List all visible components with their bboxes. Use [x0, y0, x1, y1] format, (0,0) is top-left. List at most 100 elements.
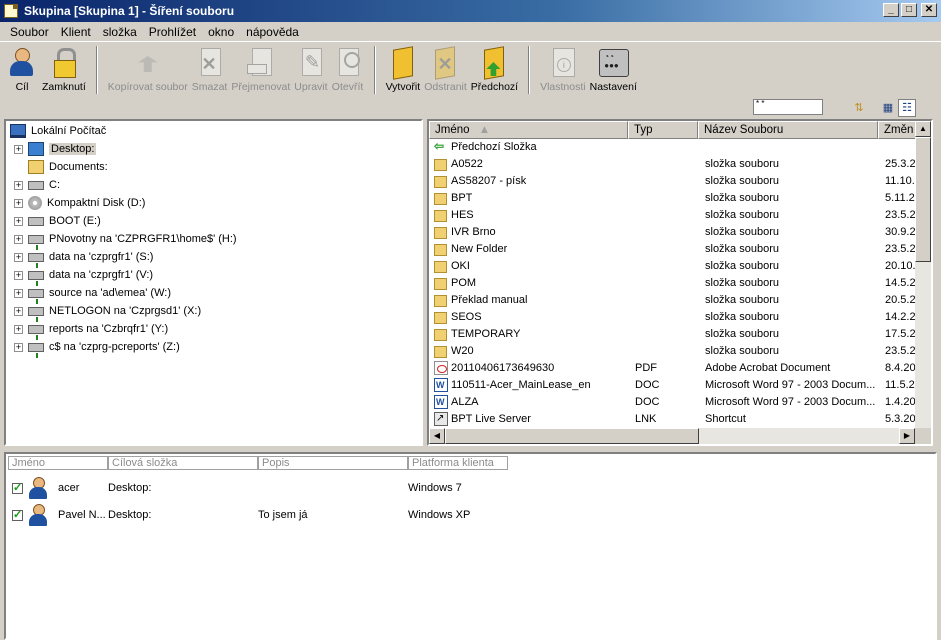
folder-tree[interactable]: Lokální Počítač + Desktop: Documents: + …: [4, 119, 423, 446]
file-modified: 23.5.2: [885, 209, 916, 221]
client-checkbox[interactable]: ✓: [12, 483, 23, 494]
client-checkbox[interactable]: ✓: [12, 510, 23, 521]
scroll-thumb[interactable]: [445, 428, 699, 444]
remove-folder-button[interactable]: Odstranit: [424, 42, 467, 96]
minimize-button[interactable]: _: [883, 3, 899, 17]
column-header-name[interactable]: Jméno ▲: [429, 121, 628, 139]
expand-icon[interactable]: +: [14, 306, 23, 316]
file-row[interactable]: New Folder složka souboru 23.5.2: [429, 241, 919, 258]
scroll-thumb[interactable]: [915, 137, 931, 262]
client-column-platform[interactable]: Platforma klienta: [408, 456, 508, 470]
expand-icon[interactable]: +: [14, 324, 23, 334]
scroll-left-arrow-icon[interactable]: ◀: [429, 428, 445, 444]
file-row[interactable]: AS58207 - písk složka souboru 11.10.: [429, 173, 919, 190]
lock-button[interactable]: Zamknutí: [42, 42, 86, 96]
tree-item-s[interactable]: + data na 'czprgfr1' (S:): [14, 248, 153, 268]
tree-item-h[interactable]: + PNovotny na 'CZPRGFR1\home$' (H:): [14, 230, 237, 250]
copy-file-button[interactable]: Kopírovat soubor: [108, 42, 188, 96]
rename-button[interactable]: Přejmenovat: [231, 42, 290, 96]
expand-icon[interactable]: +: [14, 288, 23, 298]
previous-folder-button[interactable]: Předchozí: [471, 42, 518, 96]
tree-item-c[interactable]: + C:: [14, 176, 60, 194]
client-column-description[interactable]: Popis: [258, 456, 408, 470]
column-header-filename[interactable]: Název Souboru: [698, 121, 878, 139]
file-list[interactable]: Jméno ▲ Typ Název Souboru Změn ⇦ Předchoz…: [427, 119, 933, 446]
large-icons-view-icon[interactable]: ▦: [879, 99, 897, 117]
tree-item-desktop[interactable]: + Desktop:: [14, 140, 97, 158]
properties-label: Vlastnosti: [540, 81, 586, 93]
user-icon: [28, 504, 48, 526]
expand-icon[interactable]: +: [14, 198, 23, 208]
tree-item-d[interactable]: + Kompaktní Disk (D:): [14, 194, 145, 212]
menu-napoveda[interactable]: nápověda: [240, 25, 305, 39]
tree-item-label: reports na 'Czbrqfr1' (Y:): [49, 323, 169, 335]
file-description: složka souboru: [705, 243, 779, 255]
expand-icon[interactable]: +: [14, 342, 23, 352]
toolbar-separator: [373, 46, 376, 94]
expand-icon[interactable]: +: [14, 270, 23, 280]
file-row[interactable]: A0522 složka souboru 25.3.2: [429, 156, 919, 173]
close-button[interactable]: ✕: [921, 3, 937, 17]
maximize-button[interactable]: □: [901, 3, 917, 17]
file-row[interactable]: ALZA DOC Microsoft Word 97 - 2003 Docum...…: [429, 394, 919, 411]
client-row[interactable]: ✓ Pavel N... Desktop: To jsem já Windows…: [6, 502, 926, 528]
filter-input[interactable]: * *: [753, 99, 823, 115]
expand-icon[interactable]: +: [14, 252, 23, 262]
tree-item-x[interactable]: + NETLOGON na 'Czprgsd1' (X:): [14, 302, 201, 322]
column-header-modified[interactable]: Změn: [878, 121, 919, 139]
file-row[interactable]: SEOS složka souboru 14.2.2: [429, 309, 919, 326]
file-row[interactable]: Překlad manual složka souboru 20.5.2: [429, 292, 919, 309]
menu-prohlizet[interactable]: Prohlížet: [143, 25, 202, 39]
edit-button[interactable]: Upravit: [294, 42, 328, 96]
tree-item-label: Documents:: [49, 161, 108, 173]
tree-item-z[interactable]: + c$ na 'czprg-pcreports' (Z:): [14, 338, 180, 358]
tree-item-e[interactable]: + BOOT (E:): [14, 212, 101, 230]
file-row[interactable]: POM složka souboru 14.5.2: [429, 275, 919, 292]
delete-button[interactable]: Smazat: [192, 42, 227, 96]
file-name: TEMPORARY: [451, 328, 521, 340]
scroll-up-arrow-icon[interactable]: ▲: [915, 121, 931, 137]
file-name: Překlad manual: [451, 294, 528, 306]
properties-button[interactable]: Vlastnosti: [540, 42, 586, 96]
file-row[interactable]: HES složka souboru 23.5.2: [429, 207, 919, 224]
menu-okno[interactable]: okno: [202, 25, 240, 39]
client-row[interactable]: ✓ acer Desktop: Windows 7: [6, 475, 926, 501]
expand-icon[interactable]: +: [14, 234, 23, 244]
file-modified: 14.2.2: [885, 311, 916, 323]
sort-icon[interactable]: ⇅: [850, 99, 868, 117]
column-header-type[interactable]: Typ: [628, 121, 698, 139]
client-column-name[interactable]: Jméno: [8, 456, 108, 470]
tree-item-y[interactable]: + reports na 'Czbrqfr1' (Y:): [14, 320, 169, 340]
details-view-icon[interactable]: ☷: [898, 99, 916, 117]
file-row[interactable]: OKI složka souboru 20.10.: [429, 258, 919, 275]
file-list-horizontal-scrollbar[interactable]: ◀ ▶: [429, 428, 915, 444]
file-list-vertical-scrollbar[interactable]: ▲: [915, 121, 931, 430]
tree-root[interactable]: Lokální Počítač: [10, 122, 106, 140]
file-row[interactable]: ⇦ Předchozí Složka: [429, 139, 919, 156]
expand-icon[interactable]: +: [14, 180, 23, 190]
scroll-right-arrow-icon[interactable]: ▶: [899, 428, 915, 444]
client-list[interactable]: Jméno Cílová složka Popis Platforma klie…: [4, 452, 937, 640]
file-row[interactable]: BPT složka souboru 5.11.2: [429, 190, 919, 207]
file-row[interactable]: W20 složka souboru 23.5.2: [429, 343, 919, 360]
expand-icon[interactable]: +: [14, 216, 23, 226]
file-description: složka souboru: [705, 277, 779, 289]
tree-item-documents[interactable]: Documents:: [28, 158, 108, 176]
tree-item-label: Desktop:: [49, 143, 97, 155]
file-row[interactable]: 20110406173649630 PDF Adobe Acrobat Docume…: [429, 360, 919, 377]
file-row[interactable]: IVR Brno složka souboru 30.9.2: [429, 224, 919, 241]
settings-button[interactable]: Nastavení: [590, 42, 637, 96]
menu-soubor[interactable]: Soubor: [4, 25, 55, 39]
expand-icon[interactable]: +: [14, 144, 23, 154]
menu-slozka[interactable]: složka: [97, 25, 143, 39]
file-row[interactable]: 110511-Acer_MainLease_en DOC Microsoft Wor…: [429, 377, 919, 394]
menu-klient[interactable]: Klient: [55, 25, 97, 39]
target-button[interactable]: Cíl: [6, 42, 38, 96]
tree-item-w[interactable]: + source na 'ad\emea' (W:): [14, 284, 171, 304]
file-row[interactable]: BPT Live Server LNK Shortcut 5.3.20: [429, 411, 919, 428]
create-folder-button[interactable]: Vytvořit: [386, 42, 421, 96]
client-column-target[interactable]: Cílová složka: [108, 456, 258, 470]
open-button[interactable]: Otevřít: [332, 42, 364, 96]
file-row[interactable]: TEMPORARY složka souboru 17.5.2: [429, 326, 919, 343]
tree-item-v[interactable]: + data na 'czprgfr1' (V:): [14, 266, 153, 286]
